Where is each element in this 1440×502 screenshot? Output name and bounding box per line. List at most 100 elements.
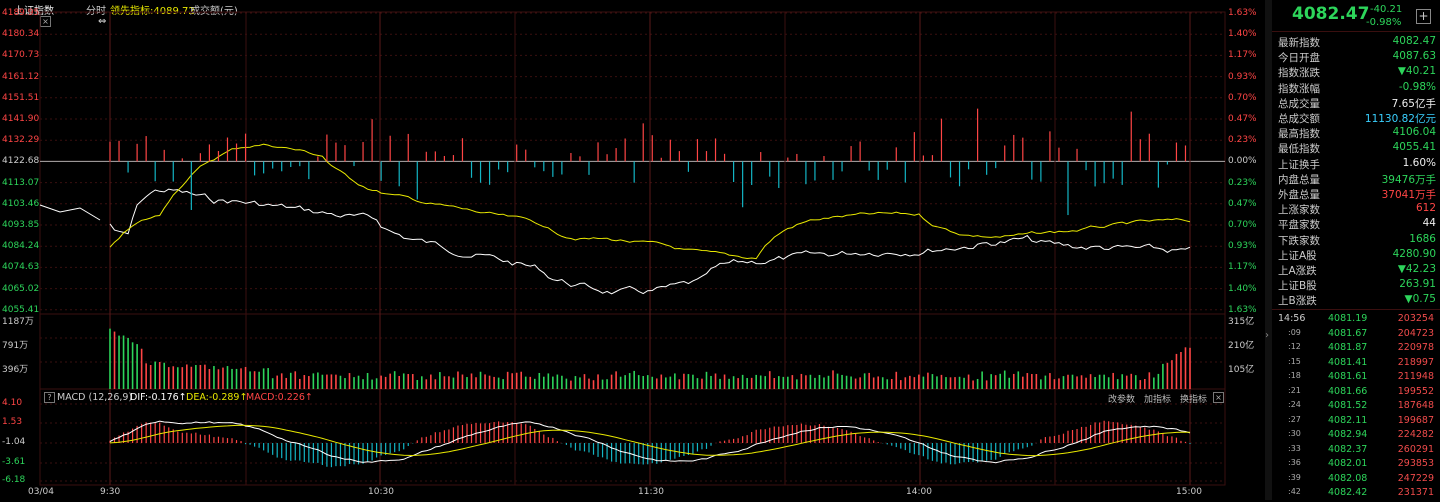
tick-volume: 204723 [1397, 327, 1434, 339]
price-panel-border [39, 11, 1226, 315]
macd-help-icon[interactable]: ? [44, 392, 55, 403]
stat-row: 今日开盘 4087.63 [1278, 50, 1436, 65]
stat-value: 44 [1422, 217, 1436, 230]
tick-price: 4081.87 [1328, 342, 1368, 353]
stat-row: 最高指数 4106.04 [1278, 126, 1436, 141]
stat-value: ▼40.21 [1397, 65, 1436, 78]
price-change-pct: -0.98% [1366, 17, 1402, 28]
pct-axis-label: 1.40% [1228, 283, 1257, 294]
price-axis-label: 4103.46 [2, 198, 40, 209]
tick-time: :39 [1288, 472, 1301, 482]
time-label-0930: 9:30 [100, 487, 121, 497]
tick-row[interactable]: :24 4081.52 187648 [1278, 400, 1436, 415]
tick-price: 4081.52 [1328, 400, 1368, 411]
tick-price: 4081.67 [1328, 327, 1368, 339]
panel-splitter[interactable]: › [1265, 0, 1272, 500]
tick-row[interactable]: :30 4082.94 224282 [1278, 429, 1436, 444]
stat-row: 内盘总量 39476万手 [1278, 172, 1436, 187]
add-indicator-button[interactable]: 加指标 [1144, 392, 1171, 405]
volume-axis-label: 1187万 [2, 317, 34, 327]
stat-value: 1.60% [1402, 156, 1436, 169]
current-price: 4082.47 [1292, 4, 1370, 24]
time-label-date: 03/04 [28, 487, 54, 497]
tick-row[interactable]: 14:56 4081.19 203254 [1278, 313, 1436, 328]
tick-price: 4082.11 [1328, 414, 1368, 426]
stat-row: 总成交量 7.65亿手 [1278, 96, 1436, 111]
divider [1272, 309, 1440, 310]
intraday-chart[interactable]: 上证指数 分时 领先指标:4089.72 成交额(元) × ⇔ 4189.95 1… [0, 0, 1265, 500]
add-watchlist-icon[interactable]: + [1416, 9, 1431, 24]
tick-time: :12 [1288, 342, 1301, 351]
tick-row[interactable]: :39 4082.08 247229 [1278, 473, 1436, 488]
amount-axis-label: 105亿 [1228, 365, 1255, 375]
stat-label: 上涨家数 [1278, 204, 1320, 217]
macd-axis-label: -1.04 [2, 437, 26, 447]
tick-row[interactable]: :15 4081.41 218997 [1278, 357, 1436, 372]
tick-time: :15 [1288, 356, 1301, 366]
tick-volume: 231371 [1397, 487, 1434, 498]
change-params-button[interactable]: 改参数 [1108, 392, 1135, 405]
price-axis-label: 4189.95 [2, 8, 40, 18]
volume-axis-label: 396万 [2, 365, 29, 375]
tick-time: :24 [1288, 400, 1301, 409]
price-axis-label: 4161.12 [2, 71, 40, 82]
time-label-1400: 14:00 [906, 487, 932, 497]
stat-label: 今日开盘 [1278, 52, 1320, 65]
tick-volume: 203254 [1397, 313, 1434, 324]
tick-row[interactable]: :18 4081.61 211948 [1278, 371, 1436, 386]
tick-volume: 218997 [1397, 356, 1434, 368]
stat-label: 总成交量 [1278, 97, 1320, 110]
stat-value: 39476万手 [1381, 173, 1436, 186]
tick-row[interactable]: :27 4082.11 199687 [1278, 415, 1436, 430]
tick-time: :30 [1288, 429, 1301, 438]
tick-row[interactable]: :12 4081.87 220978 [1278, 342, 1436, 357]
pct-axis-label: 1.17% [1228, 50, 1257, 61]
price-axis-label: 4065.02 [2, 283, 40, 294]
macd-dea: DEA:-0.289↑ [186, 392, 248, 403]
stat-label: 外盘总量 [1278, 189, 1320, 201]
tick-row[interactable]: :09 4081.67 204723 [1278, 328, 1436, 343]
tick-volume: 260291 [1397, 443, 1434, 455]
stat-value: 11130.82亿元 [1364, 113, 1436, 125]
tick-row[interactable]: :21 4081.66 199552 [1278, 386, 1436, 401]
stat-label: 最高指数 [1278, 128, 1320, 141]
stat-value: 4280.90 [1392, 247, 1436, 260]
stat-label: 最新指数 [1278, 37, 1320, 49]
pct-axis-label: 1.40% [1228, 29, 1257, 40]
tick-time: :27 [1288, 414, 1301, 424]
pct-axis-label: 0.00% [1228, 156, 1257, 167]
tick-price: 4081.41 [1328, 356, 1368, 368]
divider [1272, 31, 1440, 32]
collapse-arrow-icon[interactable]: › [1265, 330, 1269, 341]
pct-axis-label: 0.93% [1228, 241, 1257, 252]
tick-volume: 199687 [1397, 414, 1434, 426]
tick-row[interactable]: :33 4082.37 260291 [1278, 444, 1436, 459]
stat-row: 总成交额 11130.82亿元 [1278, 111, 1436, 126]
macd-close-icon[interactable]: × [1213, 392, 1224, 403]
tick-row[interactable]: :36 4082.01 293853 [1278, 458, 1436, 473]
tick-time: :18 [1288, 371, 1301, 380]
stat-value: 4106.04 [1392, 126, 1436, 139]
tick-price: 4082.94 [1328, 429, 1368, 440]
tick-price: 4082.08 [1328, 472, 1368, 484]
pct-axis-label: 0.47% [1228, 114, 1257, 124]
chart-canvas[interactable] [0, 0, 1265, 500]
price-axis-label: 4093.85 [2, 220, 40, 230]
pct-axis-label: 0.70% [1228, 92, 1257, 103]
price-change: -40.21 [1370, 4, 1403, 15]
price-axis-label: 4180.34 [2, 29, 40, 40]
tick-price: 4081.19 [1328, 313, 1368, 324]
stat-row: 上证换手 1.60% [1278, 157, 1436, 172]
stat-value: 4087.63 [1392, 50, 1436, 63]
time-label-1500: 15:00 [1176, 487, 1202, 497]
tick-time: :09 [1288, 327, 1301, 337]
stat-label: 内盘总量 [1278, 173, 1320, 186]
tick-time: :33 [1288, 443, 1301, 453]
stat-row: 外盘总量 37041万手 [1278, 187, 1436, 202]
price-axis-label: 4122.68 [2, 156, 40, 167]
switch-indicator-button[interactable]: 换指标 [1180, 392, 1207, 405]
stat-label: 上证换手 [1278, 158, 1320, 171]
tick-volume: 220978 [1397, 342, 1434, 353]
price-axis-label: 4074.63 [2, 262, 40, 273]
tick-volume: 293853 [1397, 458, 1434, 469]
